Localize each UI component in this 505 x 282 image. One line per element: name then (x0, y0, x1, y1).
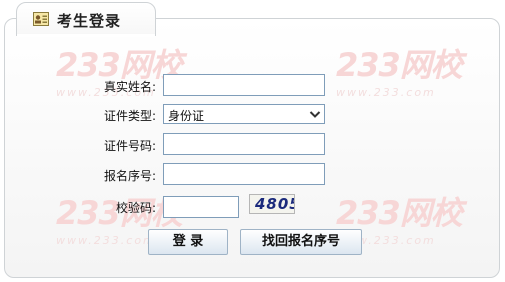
registration-number-label: 报名序号: (103, 169, 156, 183)
recover-registration-number-button[interactable]: 找回报名序号 (240, 229, 362, 255)
id-card-icon (33, 12, 49, 26)
id-number-label: 证件号码: (103, 139, 156, 153)
chevron-down-icon (309, 111, 321, 118)
captcha-input[interactable] (163, 196, 239, 218)
login-tab: 考生登录 (16, 2, 156, 36)
captcha-label: 校验码: (115, 201, 156, 215)
captcha-image[interactable]: 4805 (249, 194, 295, 214)
captcha-code: 4805 (255, 195, 294, 213)
name-label: 真实姓名: (103, 80, 156, 94)
tab-title: 考生登录 (57, 12, 122, 30)
id-type-select[interactable]: 身份证 (163, 104, 325, 124)
id-type-selected: 身份证 (168, 109, 205, 123)
name-input[interactable] (163, 74, 325, 96)
id-number-input[interactable] (163, 133, 325, 155)
login-button[interactable]: 登 录 (148, 229, 228, 255)
registration-number-input[interactable] (163, 163, 325, 185)
id-type-label: 证件类型: (103, 109, 156, 123)
